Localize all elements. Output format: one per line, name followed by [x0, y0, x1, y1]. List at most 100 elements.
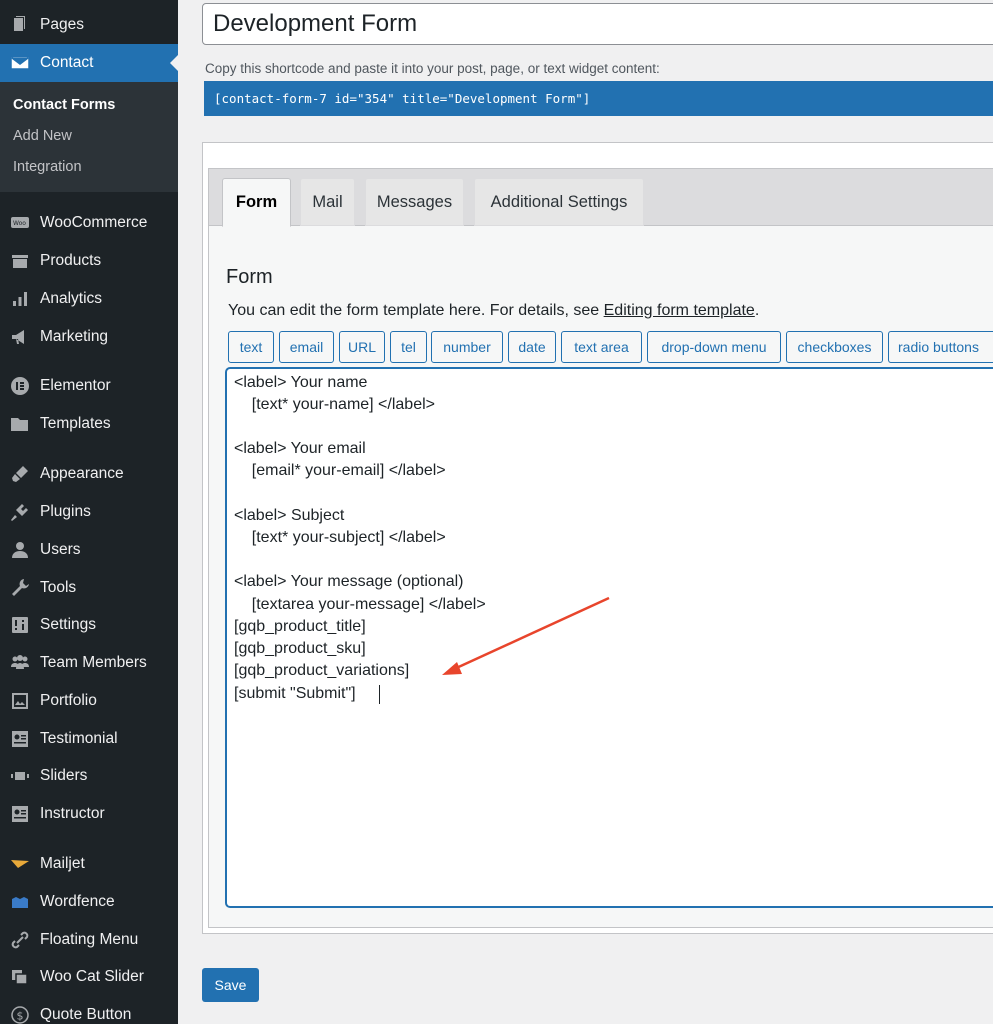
- sidebar-item-products[interactable]: Products: [0, 242, 178, 280]
- sidebar-item-label: Woo Cat Slider: [40, 968, 144, 985]
- sidebar-item-label: Marketing: [40, 328, 109, 345]
- instructor-icon: [9, 803, 31, 825]
- tab-additional-settings[interactable]: Additional Settings: [474, 178, 644, 226]
- svg-text:Woo: Woo: [13, 220, 26, 227]
- editor-line: [gqb_product_variations]: [234, 662, 410, 679]
- shortcode-field[interactable]: [contact-form-7 id="354" title="Developm…: [204, 81, 993, 116]
- sidebar-item-label: Mailjet: [40, 855, 85, 872]
- analytics-icon: [9, 288, 31, 310]
- sidebar-item-users[interactable]: Users: [0, 531, 178, 569]
- tab-form[interactable]: Form: [222, 178, 291, 227]
- tag-button-text-area[interactable]: text area: [561, 331, 642, 363]
- sidebar-item-appearance[interactable]: Appearance: [0, 455, 178, 493]
- woocommerce-icon: Woo: [9, 212, 31, 234]
- plugin-icon: [9, 501, 31, 523]
- mail-icon: [9, 52, 31, 74]
- sidebar-item-label: Pages: [40, 16, 84, 33]
- portfolio-icon: [9, 690, 31, 712]
- sidebar-item-woo-cat-slider[interactable]: Woo Cat Slider: [0, 958, 178, 996]
- pages-icon: [9, 14, 31, 36]
- tag-button-radio-buttons[interactable]: radio buttons: [888, 331, 993, 363]
- sidebar-item-label: Instructor: [40, 805, 105, 822]
- editor-line: [text* your-subject] </label>: [234, 529, 446, 546]
- sliders-icon: [9, 765, 31, 787]
- editor-line: <label> Your message (optional): [234, 573, 464, 590]
- sidebar-item-settings[interactable]: Settings: [0, 606, 178, 644]
- sidebar-item-label: Sliders: [40, 767, 88, 784]
- editor-line: <label> Your email: [234, 440, 366, 457]
- tab-mail[interactable]: Mail: [300, 178, 355, 226]
- admin-sidebar: Pages Contact Contact Forms Add New Inte…: [0, 0, 178, 1024]
- sidebar-item-marketing[interactable]: Marketing: [0, 318, 178, 356]
- sidebar-item-templates[interactable]: Templates: [0, 405, 178, 443]
- svg-text:$: $: [17, 1010, 24, 1023]
- editor-line: [text* your-name] </label>: [234, 396, 435, 413]
- save-button[interactable]: Save: [202, 968, 259, 1002]
- sidebar-item-testimonial[interactable]: Testimonial: [0, 720, 178, 758]
- elementor-icon: [9, 375, 31, 397]
- sidebar-item-wordfence[interactable]: Wordfence: [0, 883, 178, 921]
- sidebar-item-label: Team Members: [40, 654, 147, 671]
- sidebar-item-analytics[interactable]: Analytics: [0, 280, 178, 318]
- link-icon: [9, 929, 31, 951]
- tag-button-email[interactable]: email: [279, 331, 334, 363]
- editor-line: [email* your-email] </label>: [234, 462, 446, 479]
- mailjet-icon: [9, 853, 31, 875]
- form-title-input[interactable]: Development Form: [202, 3, 993, 45]
- tag-button-checkboxes[interactable]: checkboxes: [786, 331, 883, 363]
- editor-line: <label> Subject: [234, 507, 345, 524]
- marketing-icon: [9, 326, 31, 348]
- user-icon: [9, 539, 31, 561]
- editor-line: [textarea your-message] </label>: [234, 596, 486, 613]
- form-description-text: You can edit the form template here. For…: [228, 302, 604, 319]
- submenu-integration[interactable]: Integration: [13, 159, 82, 175]
- submenu-contact-forms[interactable]: Contact Forms: [13, 97, 115, 113]
- tag-button-text[interactable]: text: [228, 331, 274, 363]
- sidebar-item-label: Templates: [40, 415, 111, 432]
- sidebar-item-elementor[interactable]: Elementor: [0, 367, 178, 405]
- paintbrush-icon: [9, 463, 31, 485]
- shortcode-label: Copy this shortcode and paste it into yo…: [205, 61, 660, 76]
- sidebar-item-label: Testimonial: [40, 730, 118, 747]
- tag-button-drop-down-menu[interactable]: drop-down menu: [647, 331, 781, 363]
- folder-icon: [9, 413, 31, 435]
- tag-button-date[interactable]: date: [508, 331, 556, 363]
- sidebar-item-label: WooCommerce: [40, 214, 148, 231]
- sidebar-item-label: Quote Button: [40, 1006, 132, 1023]
- sidebar-item-tools[interactable]: Tools: [0, 569, 178, 607]
- sidebar-item-plugins[interactable]: Plugins: [0, 493, 178, 531]
- sidebar-item-instructor[interactable]: Instructor: [0, 795, 178, 833]
- sidebar-item-pages[interactable]: Pages: [0, 6, 178, 44]
- editing-form-template-link[interactable]: Editing form template: [604, 302, 755, 319]
- sidebar-item-sliders[interactable]: Sliders: [0, 757, 178, 795]
- settings-icon: [9, 614, 31, 636]
- editor-line: [gqb_product_title]: [234, 618, 366, 635]
- sidebar-item-quote-button[interactable]: $ Quote Button: [0, 996, 178, 1024]
- sidebar-item-mailjet[interactable]: Mailjet: [0, 845, 178, 883]
- wrench-icon: [9, 577, 31, 599]
- submenu-add-new[interactable]: Add New: [13, 128, 72, 144]
- tag-button-tel[interactable]: tel: [390, 331, 427, 363]
- sidebar-item-woocommerce[interactable]: Woo WooCommerce: [0, 204, 178, 242]
- editor-line: <label> Your name: [234, 374, 368, 391]
- sidebar-item-label: Settings: [40, 616, 97, 633]
- sidebar-item-portfolio[interactable]: Portfolio: [0, 682, 178, 720]
- sidebar-item-floating-menu[interactable]: Floating Menu: [0, 921, 178, 959]
- form-description: You can edit the form template here. For…: [228, 302, 759, 320]
- dollar-icon: $: [9, 1004, 31, 1024]
- form-description-suffix: .: [754, 302, 760, 319]
- sidebar-item-contact[interactable]: Contact: [0, 44, 178, 82]
- tab-messages[interactable]: Messages: [365, 178, 464, 226]
- sidebar-item-label: Analytics: [40, 290, 103, 307]
- tag-button-url[interactable]: URL: [339, 331, 385, 363]
- active-indicator: [170, 55, 178, 71]
- products-icon: [9, 250, 31, 272]
- sidebar-item-label: Products: [40, 252, 102, 269]
- editor-line: [gqb_product_sku]: [234, 640, 366, 657]
- contact-submenu: Contact Forms Add New Integration: [0, 82, 178, 192]
- tag-button-number[interactable]: number: [431, 331, 503, 363]
- sidebar-item-label: Plugins: [40, 503, 91, 520]
- sidebar-item-team-members[interactable]: Team Members: [0, 644, 178, 682]
- slider-icon: [9, 966, 31, 988]
- testimonial-icon: [9, 728, 31, 750]
